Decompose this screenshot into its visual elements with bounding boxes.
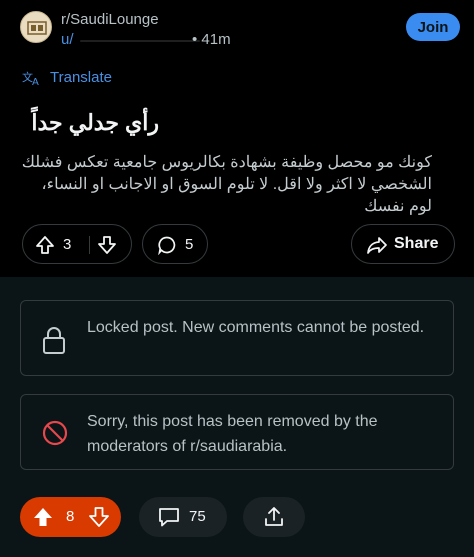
post-card: r/SaudiLounge u/ • 41m Join 文 A Translat… bbox=[0, 0, 474, 277]
bottom-vote-control: 8 bbox=[20, 497, 121, 537]
comment-icon bbox=[158, 236, 176, 255]
subreddit-name[interactable]: r/SaudiLounge bbox=[61, 11, 159, 28]
comments-button[interactable]: 5 bbox=[142, 224, 208, 264]
vote-count: 3 bbox=[63, 236, 72, 253]
upvote-icon[interactable] bbox=[32, 506, 54, 528]
post-body: كونك مو محصل وظيفة بشهادة بكالريوس جامعي… bbox=[21, 154, 432, 215]
downvote-icon[interactable] bbox=[88, 506, 110, 528]
locked-text: Locked post. New comments cannot be post… bbox=[87, 319, 425, 336]
comment-count: 5 bbox=[185, 236, 194, 253]
bottom-vote-count: 8 bbox=[66, 508, 75, 525]
comment-icon bbox=[159, 508, 179, 527]
translate-link[interactable]: 文 A Translate bbox=[22, 69, 112, 86]
bottom-action-bar: 8 75 bbox=[0, 497, 474, 537]
downvote-icon[interactable] bbox=[97, 235, 117, 255]
author-link[interactable]: u/ bbox=[61, 31, 74, 48]
vote-control: 3 bbox=[22, 224, 132, 264]
bottom-comments-button[interactable]: 75 bbox=[139, 497, 227, 537]
svg-text:A: A bbox=[32, 77, 39, 86]
vote-divider bbox=[89, 236, 90, 254]
subreddit-avatar[interactable] bbox=[20, 11, 52, 43]
upload-icon bbox=[265, 507, 283, 526]
join-button[interactable]: Join bbox=[406, 13, 460, 41]
share-label: Share bbox=[394, 235, 439, 252]
post-header: r/SaudiLounge u/ • 41m Join bbox=[20, 11, 460, 51]
translate-label: Translate bbox=[50, 69, 112, 86]
share-button[interactable]: Share bbox=[351, 224, 455, 264]
share-icon bbox=[367, 237, 387, 254]
bottom-comment-count: 75 bbox=[189, 508, 206, 525]
hidden-username bbox=[80, 40, 200, 42]
removed-icon bbox=[42, 420, 68, 446]
bottom-share-button[interactable] bbox=[243, 497, 305, 537]
post-time: • 41m bbox=[192, 31, 231, 48]
post-title: رأي جدلي جداً bbox=[31, 110, 159, 135]
locked-notice: Locked post. New comments cannot be post… bbox=[20, 300, 454, 376]
upvote-icon[interactable] bbox=[35, 235, 55, 255]
translate-icon: 文 A bbox=[22, 70, 39, 86]
removed-text: Sorry, this post has been removed by the… bbox=[87, 413, 378, 455]
removed-notice: Sorry, this post has been removed by the… bbox=[20, 394, 454, 470]
lock-icon bbox=[43, 327, 65, 354]
